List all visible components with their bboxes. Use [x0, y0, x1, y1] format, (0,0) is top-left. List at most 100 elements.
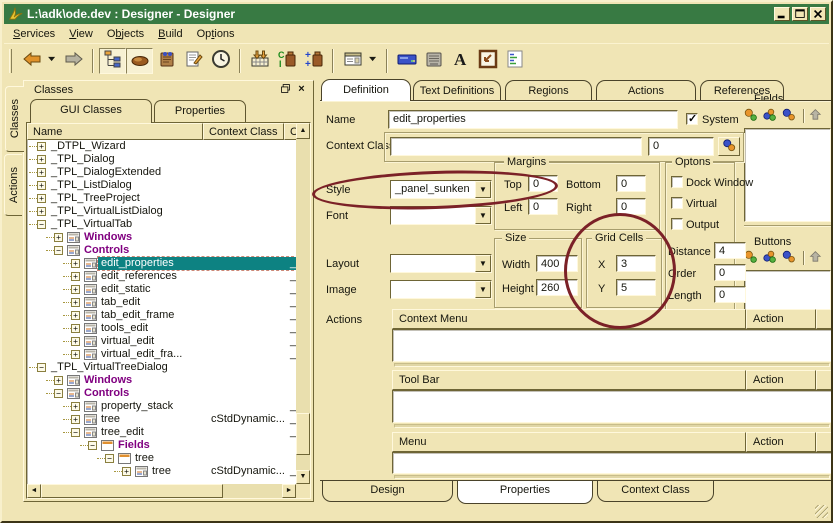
menu-build[interactable]: Build [153, 26, 191, 42]
tree-row-virtual-edit[interactable]: +virtual_edit_T [27, 335, 296, 348]
tree-row-tree[interactable]: −tree [27, 452, 296, 465]
context-menu-table-body[interactable] [392, 329, 832, 362]
history-clock-button[interactable] [207, 48, 234, 74]
classes-tab-gui-classes[interactable]: GUI Classes [30, 99, 152, 123]
image-link-button[interactable] [474, 48, 501, 74]
tab-text-definitions[interactable]: Text Definitions [413, 80, 501, 100]
tree-row-tpl-virtuallistdialog[interactable]: +_TPL_VirtualListDialog [27, 205, 296, 218]
tree-row-windows[interactable]: +Windows [27, 231, 296, 244]
menu-objects[interactable]: Objects [102, 26, 153, 42]
bottom-tab-context-class[interactable]: Context Class [597, 481, 714, 502]
image-combo[interactable]: ▼ [390, 280, 492, 299]
tree-row-tree[interactable]: +treecStdDynamic..._T [27, 465, 296, 478]
move-up-icon[interactable] [809, 250, 825, 266]
horizontal-scrollbar[interactable]: ◄ ► [27, 484, 296, 498]
chevron-down-icon[interactable]: ▼ [475, 255, 491, 272]
expand-icon[interactable]: + [54, 376, 63, 385]
tree-row-virtual-edit-fra[interactable]: +virtual_edit_fra..._T [27, 348, 296, 361]
buttons-list[interactable] [744, 270, 831, 314]
menu-options[interactable]: Options [192, 26, 244, 42]
system-checkbox[interactable] [686, 113, 698, 125]
insert-field-icon[interactable] [763, 108, 779, 124]
expand-icon[interactable]: + [71, 298, 80, 307]
scroll-thumb[interactable] [296, 413, 310, 455]
layout-combo[interactable]: ▼ [390, 254, 492, 273]
tree-row-tpl-treeproject[interactable]: +_TPL_TreeProject [27, 192, 296, 205]
disk-drive-button[interactable] [393, 48, 420, 74]
scroll-right-icon[interactable]: ► [282, 484, 296, 498]
collapse-icon[interactable]: − [37, 363, 46, 372]
tool-bar-action-column-header[interactable]: Action [746, 370, 816, 390]
expand-icon[interactable]: + [37, 155, 46, 164]
tree-row-controls[interactable]: −Controls [27, 387, 296, 400]
expand-icon[interactable]: + [37, 207, 46, 216]
length-input[interactable]: 0 [714, 286, 746, 303]
expand-icon[interactable]: + [71, 311, 80, 320]
bottom-tab-design[interactable]: Design [322, 481, 453, 502]
menu-column-header[interactable]: Menu [392, 432, 746, 452]
expand-icon[interactable]: + [71, 350, 80, 359]
insert-field-icon[interactable] [763, 250, 779, 266]
tree-row-tpl-dialogextended[interactable]: +_TPL_DialogExtended [27, 166, 296, 179]
height-input[interactable]: 260 [536, 279, 578, 296]
script-list-button[interactable] [501, 48, 528, 74]
font-button[interactable]: A [447, 48, 474, 74]
column-header-name[interactable]: Name [27, 123, 203, 140]
tab-regions[interactable]: Regions [505, 80, 592, 100]
menu-view[interactable]: View [64, 26, 102, 42]
fields-buttons-splitter[interactable] [744, 225, 831, 227]
tree-row-tpl-virtualtreedialog[interactable]: −_TPL_VirtualTreeDialog [27, 361, 296, 374]
margin-bottom-input[interactable]: 0 [616, 175, 646, 192]
tree-row-controls[interactable]: −Controls [27, 244, 296, 257]
tab-actions[interactable]: Actions [596, 80, 696, 100]
forward-button[interactable] [60, 48, 87, 74]
tree-row-tpl-listdialog[interactable]: +_TPL_ListDialog [27, 179, 296, 192]
side-tab-classes[interactable]: Classes [5, 86, 24, 152]
scroll-left-icon[interactable]: ◄ [27, 484, 41, 498]
context-menu-scrollbar[interactable] [394, 363, 830, 367]
expand-icon[interactable]: + [71, 415, 80, 424]
window-list-button[interactable] [339, 48, 366, 74]
scroll-thumb[interactable] [41, 484, 223, 498]
classes-tab-properties[interactable]: Properties [154, 100, 246, 122]
context-class-picker-button[interactable] [718, 137, 740, 156]
design-tool-button[interactable] [126, 48, 153, 74]
link-field-icon[interactable] [782, 250, 798, 266]
dock-window-checkbox[interactable] [671, 176, 683, 188]
expand-icon[interactable]: + [37, 168, 46, 177]
collapse-icon[interactable]: − [105, 454, 114, 463]
margin-right-input[interactable]: 0 [616, 198, 646, 215]
expand-icon[interactable]: + [37, 181, 46, 190]
tree-row-tab-edit[interactable]: +tab_edit_T [27, 296, 296, 309]
expand-icon[interactable]: + [71, 259, 80, 268]
tree-row-edit-static[interactable]: +edit_static_T [27, 283, 296, 296]
memory-device-button[interactable] [420, 48, 447, 74]
window-list-dropdown-button[interactable] [366, 48, 381, 74]
minimize-button[interactable] [774, 7, 790, 21]
expand-icon[interactable]: + [71, 285, 80, 294]
expand-icon[interactable]: + [37, 142, 46, 151]
width-input[interactable]: 400 [536, 255, 578, 272]
scroll-down-icon[interactable]: ▼ [296, 470, 310, 484]
chevron-down-icon[interactable]: ▼ [475, 181, 491, 198]
tool-bar-column-header[interactable]: Tool Bar [392, 370, 746, 390]
collapse-icon[interactable]: − [54, 389, 63, 398]
tree-row-fields[interactable]: −Fields [27, 439, 296, 452]
chevron-down-icon[interactable]: ▼ [475, 207, 491, 224]
tree-row-tools-edit[interactable]: +tools_edit_T [27, 322, 296, 335]
scroll-up-icon[interactable]: ▲ [296, 123, 310, 139]
tree-row-tree[interactable]: +treecStdDynamic..._T [27, 413, 296, 426]
reference-book-button[interactable] [153, 48, 180, 74]
maximize-button[interactable] [792, 7, 808, 21]
grid-y-input[interactable]: 5 [616, 279, 656, 296]
tree-row-dtpl-wizard[interactable]: +_DTPL_Wizard [27, 140, 296, 153]
menu-services[interactable]: Services [8, 26, 64, 42]
tab-definition[interactable]: Definition [321, 79, 411, 101]
expand-icon[interactable]: + [71, 402, 80, 411]
import-grid-button[interactable] [246, 48, 273, 74]
resize-grip-icon[interactable] [815, 505, 828, 518]
column-header-context-class[interactable]: Context Class [203, 123, 284, 140]
order-input[interactable]: 0 [714, 264, 746, 281]
menu-scrollbar[interactable] [394, 475, 830, 479]
context-class-index-input[interactable]: 0 [648, 137, 714, 156]
